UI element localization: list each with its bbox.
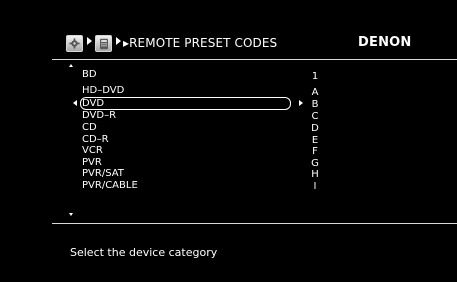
preset-code-h: H: [311, 169, 319, 180]
scroll-up-icon[interactable]: [69, 64, 73, 67]
preset-code-a: A: [311, 87, 319, 98]
device-item-hd-dvd[interactable]: HD–DVD: [82, 85, 124, 97]
preset-code-b: B: [311, 99, 319, 110]
device-item-dvd-r[interactable]: DVD–R: [82, 110, 116, 122]
left-pointer-icon: [73, 100, 77, 106]
path-separator-icon: [87, 37, 92, 45]
device-item-vcr[interactable]: VCR: [82, 145, 103, 157]
device-category-list[interactable]: BD 1 HD–DVD A DVD B DVD–R C CD D CD–R E …: [52, 60, 457, 223]
right-pointer-icon: [299, 100, 303, 106]
remote-icon-button: [95, 35, 112, 52]
device-item-pvr-sat[interactable]: PVR/SAT: [82, 168, 124, 180]
brand-logo: DENON: [358, 35, 412, 50]
preset-code-c: C: [311, 111, 319, 122]
preset-code-1: 1: [311, 71, 319, 82]
preset-code-d: D: [311, 123, 319, 134]
footer-divider: [52, 223, 457, 224]
settings-icon-button: [66, 35, 83, 52]
device-item-dvd-selected[interactable]: DVD: [82, 98, 104, 110]
instruction-text: Select the device category: [70, 246, 218, 259]
preset-code-i: I: [313, 181, 317, 192]
remote-control-icon: [100, 38, 108, 50]
device-item-pvr-cable[interactable]: PVR/CABLE: [82, 180, 138, 192]
gear-icon: [69, 38, 80, 49]
selection-highlight: [80, 97, 291, 110]
scroll-down-icon[interactable]: [69, 213, 73, 216]
preset-code-f: F: [312, 146, 318, 157]
device-item-bd[interactable]: BD: [82, 69, 97, 81]
device-item-cd[interactable]: CD: [82, 122, 97, 134]
page-title: ▸REMOTE PRESET CODES: [123, 36, 278, 50]
remote-preset-codes-screen: ▸REMOTE PRESET CODES DENON BD 1 HD–DVD A…: [52, 29, 457, 282]
screen-header: ▸REMOTE PRESET CODES DENON: [52, 29, 457, 59]
path-separator-icon: [116, 37, 121, 45]
